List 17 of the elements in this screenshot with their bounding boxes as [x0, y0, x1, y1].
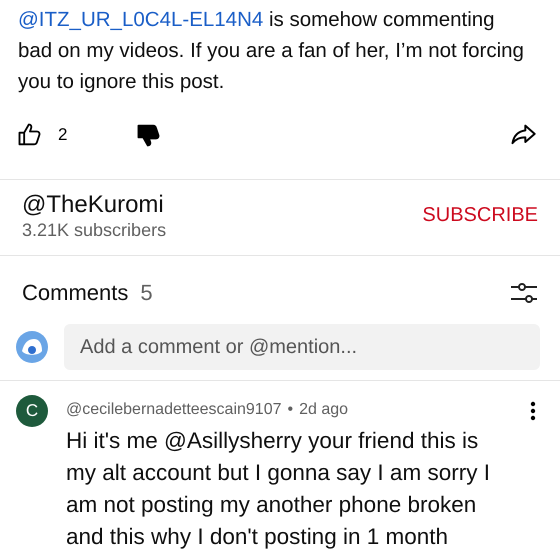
separator-dot: •	[288, 401, 294, 419]
comment-time: 2d ago	[299, 401, 348, 419]
comment-input[interactable]: Add a comment or @mention...	[64, 324, 540, 370]
comment-count: 5	[140, 280, 153, 306]
mention-link[interactable]: @ITZ_UR_L0C4L-EL14N4	[18, 8, 264, 31]
post-text: @ITZ_UR_L0C4L-EL14N4 is somehow commenting bad on my videos. If you are a fan of her, I’m not forcing you to ignore this post.	[17, 7, 525, 95]
avatar-icon: C	[16, 395, 48, 427]
channel-name[interactable]: @TheKuromi	[22, 190, 166, 220]
comments-title: Comments	[22, 280, 128, 306]
subscriber-count: 3.21K subscribers	[22, 220, 166, 241]
filter-icon[interactable]	[510, 280, 538, 306]
more-icon[interactable]	[530, 401, 536, 421]
comment-author[interactable]: @cecilebernadetteescain9107	[66, 401, 282, 419]
subscribe-button[interactable]: SUBSCRIBE	[422, 204, 538, 227]
comment-text: Hi it's me @Asillysherry your friend this is my alt account but I gonna say I am sorry I am not posting my another phone broken and this why I don't posting in 1 month	[66, 427, 491, 551]
user-avatar	[16, 331, 48, 363]
like-button[interactable]: 2	[16, 121, 68, 149]
